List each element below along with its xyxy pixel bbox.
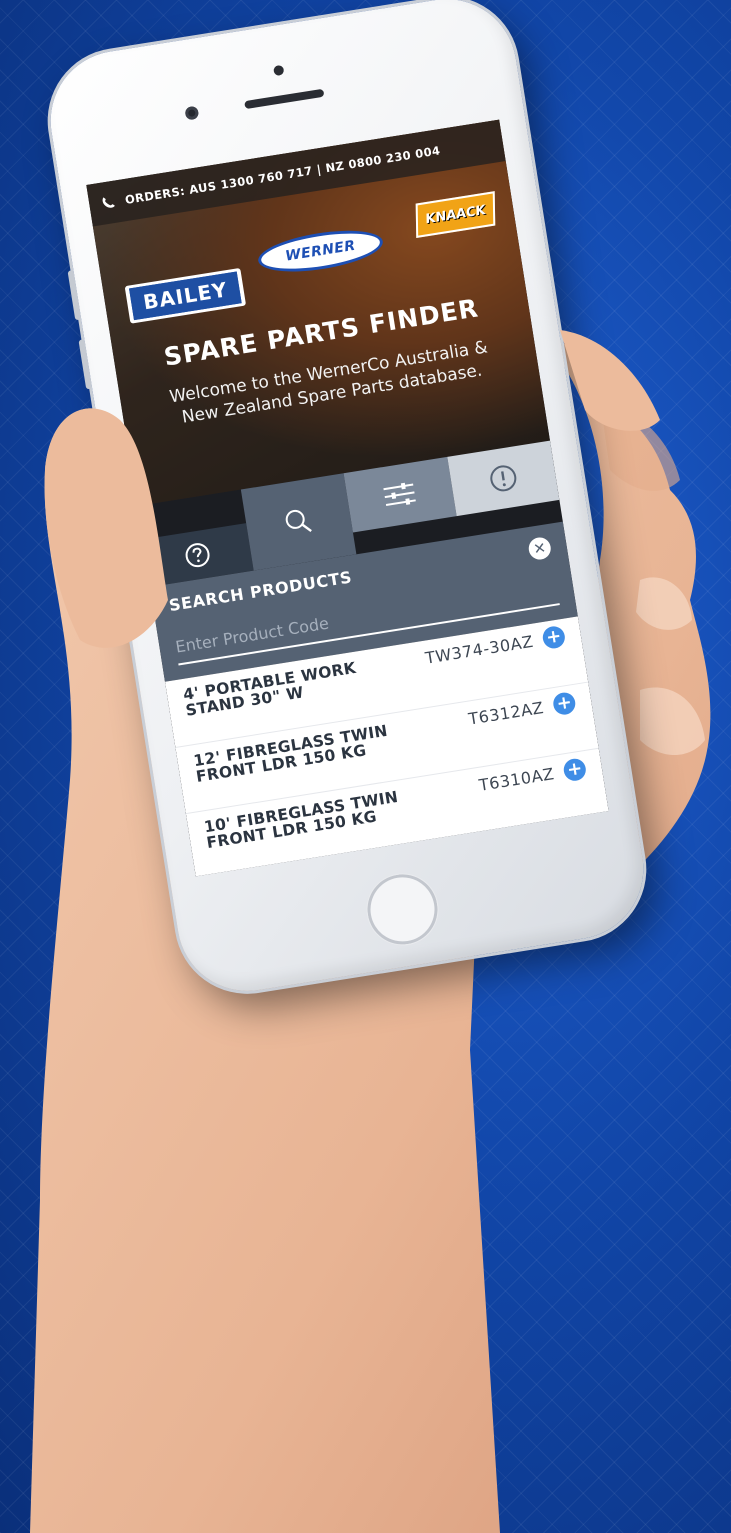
alert-icon — [490, 465, 517, 492]
add-product-button[interactable]: + — [551, 690, 577, 717]
search-icon — [285, 509, 312, 533]
home-button[interactable] — [362, 869, 443, 950]
add-product-button[interactable]: + — [541, 624, 567, 650]
clear-search-button[interactable]: ✕ — [527, 535, 553, 562]
help-icon — [185, 543, 210, 568]
filter-icon — [383, 482, 417, 506]
knaack-logo: KNAACK — [415, 191, 496, 239]
product-code: T6308AZ — [488, 830, 567, 861]
front-camera — [184, 105, 200, 121]
add-product-button[interactable]: + — [562, 757, 588, 783]
earpiece-speaker — [244, 88, 325, 110]
product-code: T6310AZ — [477, 764, 556, 795]
product-code: TW374-30AZ — [423, 631, 535, 668]
add-product-button[interactable]: + — [572, 823, 598, 849]
proximity-sensor — [273, 64, 285, 77]
product-code: T6312AZ — [467, 697, 546, 729]
phone-icon — [100, 193, 118, 211]
werner-logo: WERNER — [255, 223, 386, 279]
phone-screen: ORDERS: AUS 1300 760 717 | NZ 0800 230 0… — [86, 119, 609, 877]
